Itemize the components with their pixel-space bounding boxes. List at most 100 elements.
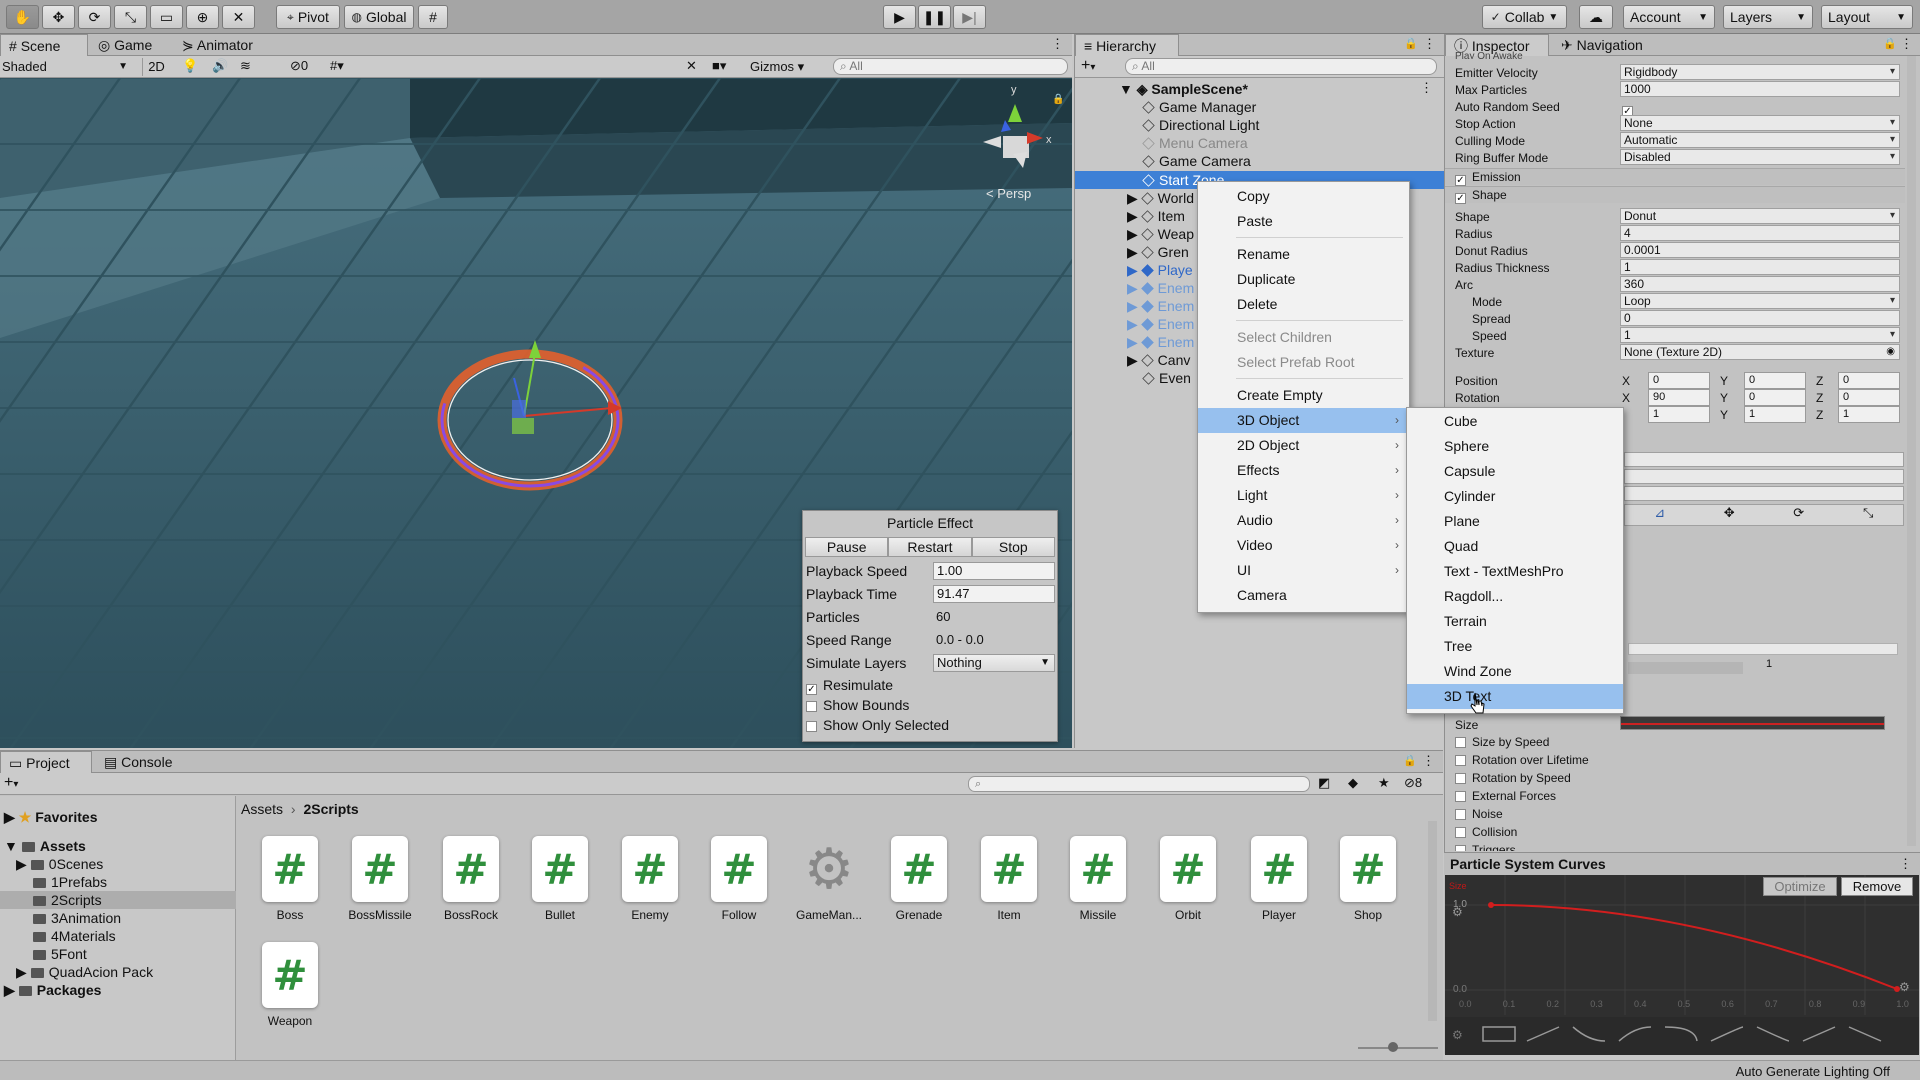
menu-item-light[interactable]: Light › xyxy=(1198,483,1409,508)
position-x-field[interactable]: 0 xyxy=(1648,372,1710,389)
gizmos-dropdown[interactable]: Gizmos ▾ xyxy=(750,59,804,75)
position-z-field[interactable]: 0 xyxy=(1838,372,1900,389)
layers-dropdown[interactable]: Layers ▼ xyxy=(1723,5,1813,29)
asset-gamemanager[interactable]: ⚙ GameMan... xyxy=(793,836,865,936)
tab-navigation[interactable]: ✈ Navigation xyxy=(1553,34,1651,56)
step-button[interactable]: ▶| xyxy=(953,5,986,29)
2d-toggle[interactable]: 2D xyxy=(142,58,170,76)
shading-dropdown[interactable]: Shaded ▼ xyxy=(2,58,132,76)
lock-icon[interactable]: 🔒 xyxy=(1052,94,1064,105)
module-triggers[interactable]: Triggers xyxy=(1455,843,1516,851)
lighting-toggle-icon[interactable]: 💡 xyxy=(182,58,198,74)
stop-effect-button[interactable]: Stop xyxy=(971,537,1055,557)
menu-item-audio[interactable]: Audio › xyxy=(1198,508,1409,533)
rect-tool-button[interactable]: ▭ xyxy=(150,5,183,29)
scale-tool-button[interactable]: ⤡ xyxy=(114,5,147,29)
grid-snap-button[interactable]: # xyxy=(418,5,448,29)
hand-tool-button[interactable]: ✋ xyxy=(6,5,39,29)
stop-action-dropdown[interactable]: None xyxy=(1620,115,1900,131)
tab-scene[interactable]: # Scene xyxy=(0,34,88,56)
scene-root[interactable]: ▼ ◈ SampleScene* xyxy=(1119,80,1489,98)
curve-editor[interactable]: Size 1.0 0.0 ⚙ ⚙ ⚙ 0.0 0.1 0.2 0.3 0.4 0.5 0.6… xyxy=(1445,875,1919,1055)
transform-tool-button[interactable]: ⊕ xyxy=(186,5,219,29)
playback-speed-field[interactable]: 1.00 xyxy=(933,562,1055,580)
remove-button[interactable]: Remove xyxy=(1841,877,1913,896)
tools-icon[interactable]: ✕ xyxy=(686,58,697,74)
submenu-item-capsule[interactable]: Capsule xyxy=(1407,459,1623,484)
object-picker-icon[interactable]: ◉ xyxy=(1886,345,1895,359)
edit-shape-icon[interactable]: ⊿ xyxy=(1625,505,1695,525)
audio-toggle-icon[interactable]: 🔊 xyxy=(212,58,228,74)
breadcrumb-assets[interactable]: Assets xyxy=(241,801,283,817)
module-size-by-speed[interactable]: Size by Speed xyxy=(1455,735,1549,749)
asset-enemy[interactable]: # Enemy xyxy=(614,836,686,936)
scale-z-field[interactable]: 1 xyxy=(1838,406,1900,423)
texture-field[interactable]: None (Texture 2D) ◉ xyxy=(1620,344,1900,360)
panel-menu-icon[interactable]: ⋮ xyxy=(1900,36,1913,52)
tab-animator[interactable]: ⋟ Animator xyxy=(174,34,261,56)
submenu-item-tree[interactable]: Tree xyxy=(1407,634,1623,659)
menu-item-copy[interactable]: Copy xyxy=(1198,184,1409,209)
effects-toggle-icon[interactable]: ≋ xyxy=(240,58,251,74)
global-button[interactable]: ◍ Global xyxy=(344,5,414,29)
asset-bossrock[interactable]: # BossRock xyxy=(435,836,507,936)
submenu-item-ragdoll[interactable]: Ragdoll... xyxy=(1407,584,1623,609)
radius-thickness-field[interactable]: 1 xyxy=(1620,259,1900,275)
menu-item-select-prefab-root[interactable]: Select Prefab Root xyxy=(1198,350,1409,375)
cut-field[interactable] xyxy=(1624,486,1904,501)
tree-folder-1prefabs[interactable]: 1Prefabs xyxy=(0,873,236,891)
move-icon[interactable]: ✥ xyxy=(1695,505,1765,525)
tree-folder-0scenes[interactable]: ▶ 0Scenes xyxy=(0,855,236,873)
asset-follow[interactable]: # Follow xyxy=(703,836,775,936)
asset-grenade[interactable]: # Grenade xyxy=(883,836,955,936)
menu-item-3d-object[interactable]: 3D Object › xyxy=(1198,408,1409,433)
gear-icon[interactable]: ⚙ xyxy=(1452,905,1463,919)
menu-item-paste[interactable]: Paste xyxy=(1198,209,1409,234)
rotation-y-field[interactable]: 0 xyxy=(1744,389,1806,406)
donut-radius-field[interactable]: 0.0001 xyxy=(1620,242,1900,258)
camera-icon[interactable]: ■▾ xyxy=(712,58,726,74)
rotation-x-field[interactable]: 90 xyxy=(1648,389,1710,406)
filter-by-label-icon[interactable]: ◆ xyxy=(1348,775,1358,791)
hidden-packages-toggle[interactable]: ⊘8 xyxy=(1404,775,1422,791)
move-tool-button[interactable]: ✥ xyxy=(42,5,75,29)
menu-item-camera[interactable]: Camera xyxy=(1198,583,1409,608)
submenu-item-plane[interactable]: Plane xyxy=(1407,509,1623,534)
panel-menu-icon[interactable]: ⋮ xyxy=(1899,856,1912,872)
size-curve-field[interactable] xyxy=(1620,716,1885,730)
tree-folder-2scripts[interactable]: 2Scripts xyxy=(0,891,236,909)
submenu-item-cube[interactable]: Cube xyxy=(1407,409,1623,434)
favorite-star-icon[interactable]: ★ xyxy=(1378,775,1390,791)
show-only-selected-checkbox[interactable]: Show Only Selected xyxy=(806,717,949,733)
tab-game[interactable]: ◎ Game xyxy=(90,34,160,56)
module-external-forces[interactable]: External Forces xyxy=(1455,789,1556,803)
tree-favorites[interactable]: ▶ ★ Favorites xyxy=(0,808,236,826)
breadcrumb-2scripts[interactable]: 2Scripts xyxy=(303,801,358,817)
persp-label[interactable]: < Persp xyxy=(986,186,1031,201)
arc-speed-field[interactable]: 1 xyxy=(1620,327,1900,343)
module-noise[interactable]: Noise xyxy=(1455,807,1503,821)
custom-tool-button[interactable]: ✕ xyxy=(222,5,255,29)
asset-item[interactable]: # Item xyxy=(973,836,1045,936)
arc-spread-field[interactable]: 0 xyxy=(1620,310,1900,326)
menu-item-ui[interactable]: UI › xyxy=(1198,558,1409,583)
asset-orbit[interactable]: # Orbit xyxy=(1152,836,1224,936)
gear-icon[interactable]: ⚙ xyxy=(1452,1028,1463,1042)
play-button[interactable]: ▶ xyxy=(883,5,916,29)
culling-mode-dropdown[interactable]: Automatic xyxy=(1620,132,1900,148)
lock-icon[interactable]: 🔒 xyxy=(1883,37,1897,50)
asset-missile[interactable]: # Missile xyxy=(1062,836,1134,936)
lock-icon[interactable]: 🔒 xyxy=(1404,37,1418,50)
arc-field[interactable]: 360 xyxy=(1620,276,1900,292)
gear-icon[interactable]: ⚙ xyxy=(1899,980,1910,994)
rotation-z-field[interactable]: 0 xyxy=(1838,389,1900,406)
collab-button[interactable]: ✓ Collab ▼ xyxy=(1482,5,1567,29)
layout-dropdown[interactable]: Layout ▼ xyxy=(1821,5,1913,29)
cut-field[interactable] xyxy=(1624,469,1904,484)
panel-menu-icon[interactable]: ⋮ xyxy=(1423,36,1436,52)
asset-bullet[interactable]: # Bullet xyxy=(524,836,596,936)
menu-item-video[interactable]: Video › xyxy=(1198,533,1409,558)
asset-player[interactable]: # Player xyxy=(1243,836,1315,936)
module-collision[interactable]: Collision xyxy=(1455,825,1517,839)
lock-icon[interactable]: 🔒 xyxy=(1403,754,1417,767)
